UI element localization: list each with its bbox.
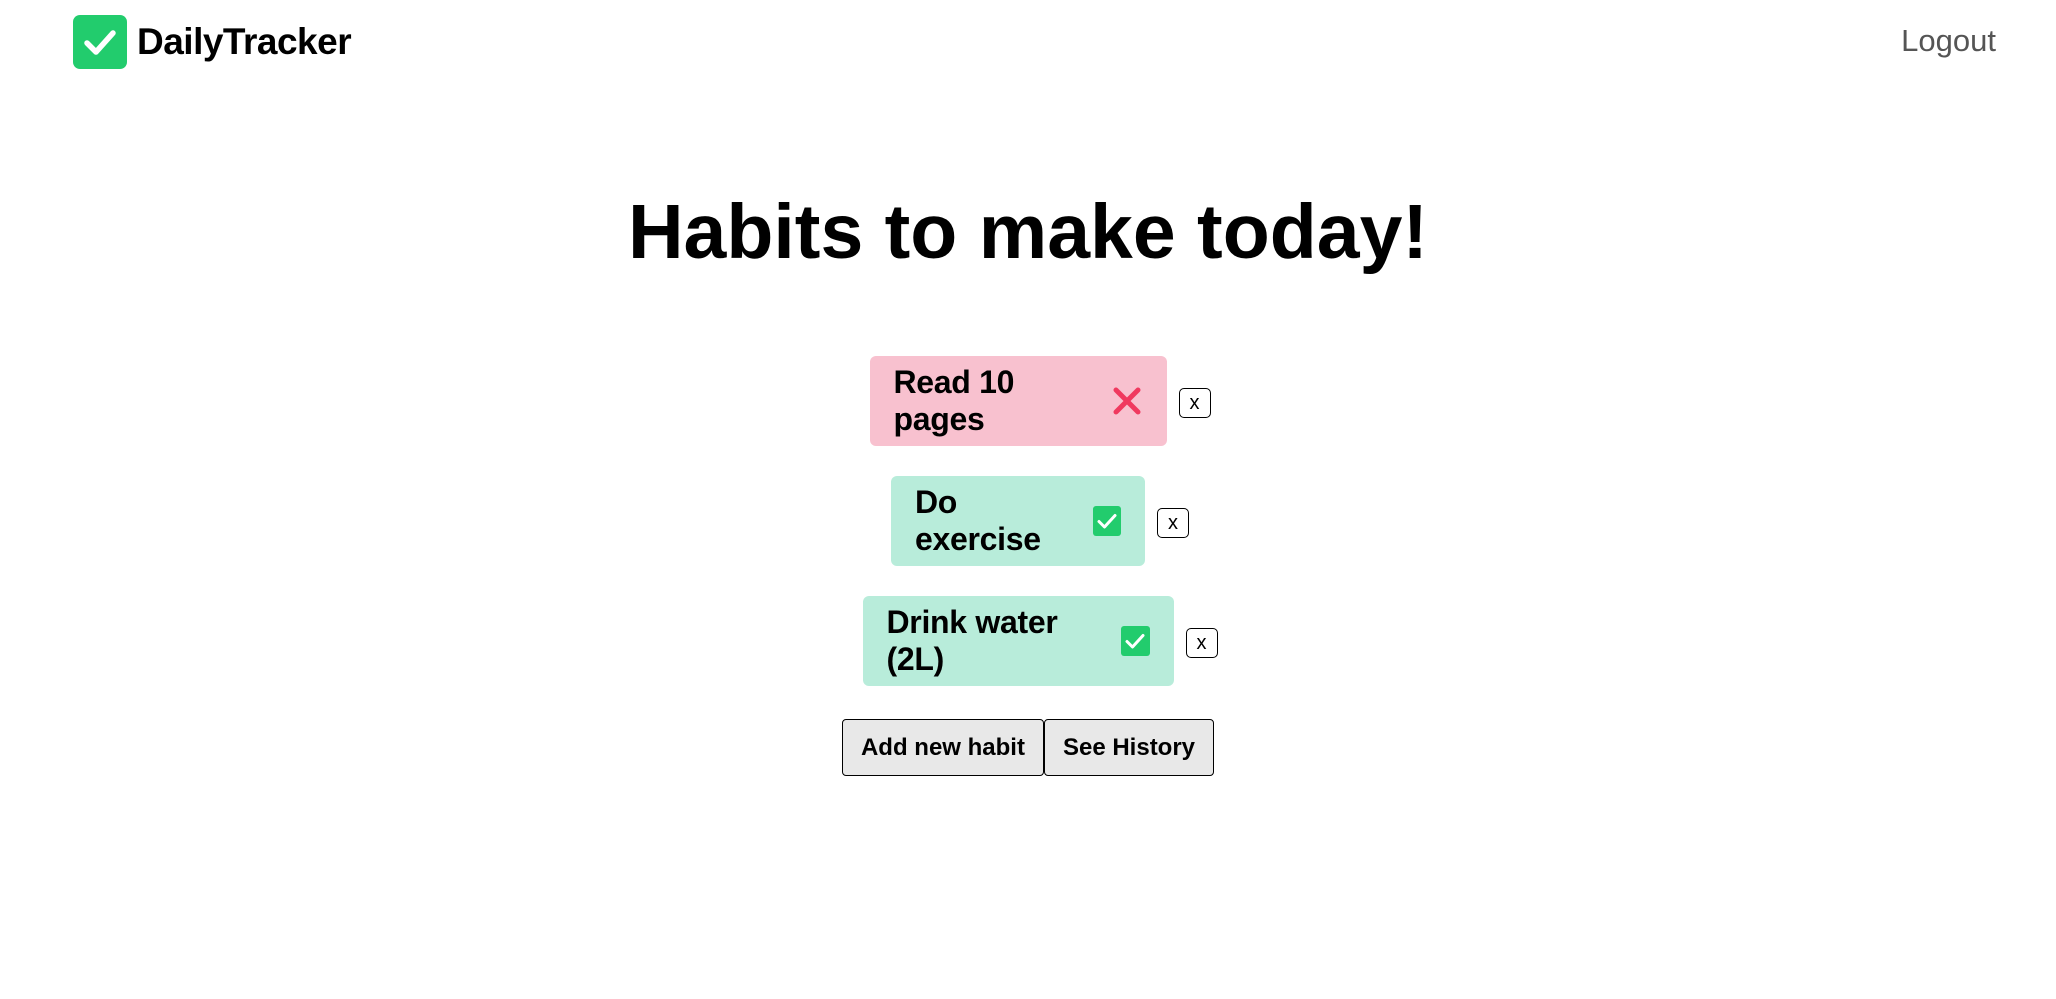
habit-actions: Add new habit See History <box>0 719 2056 776</box>
brand[interactable]: DailyTracker <box>73 15 352 69</box>
logout-link[interactable]: Logout <box>1901 23 1996 59</box>
habit-card-water[interactable]: Drink water (2L) <box>862 596 1174 686</box>
delete-habit-button[interactable]: x <box>1157 508 1189 538</box>
delete-habit-button[interactable]: x <box>1185 628 1218 658</box>
brand-name: DailyTracker <box>137 21 352 62</box>
add-habit-button[interactable]: Add new habit <box>841 719 1044 776</box>
cross-icon <box>1111 385 1143 417</box>
habit-row: Do exercise x <box>891 476 1189 566</box>
habit-label: Drink water (2L) <box>886 604 1058 677</box>
page: DailyTracker Logout Habits to make today… <box>0 0 2056 999</box>
check-square-icon <box>1092 506 1121 536</box>
habit-card-read[interactable]: Read 10 pages <box>869 356 1167 446</box>
habit-row: Read 10 pages x <box>869 356 1211 446</box>
delete-habit-button[interactable]: x <box>1178 388 1211 418</box>
see-history-button[interactable]: See History <box>1043 719 1215 776</box>
page-title: Habits to make today! <box>627 189 1429 275</box>
habit-card-exercise[interactable]: Do exercise <box>891 476 1145 566</box>
check-square-icon <box>73 15 127 69</box>
check-square-icon <box>1121 626 1150 656</box>
habit-label: Read 10 pages <box>893 364 1015 437</box>
habit-row: Drink water (2L) x <box>862 596 1218 686</box>
habit-list: Read 10 pages x Do exercise x Drink wate… <box>0 356 2056 686</box>
habit-label: Do exercise <box>915 484 1041 557</box>
